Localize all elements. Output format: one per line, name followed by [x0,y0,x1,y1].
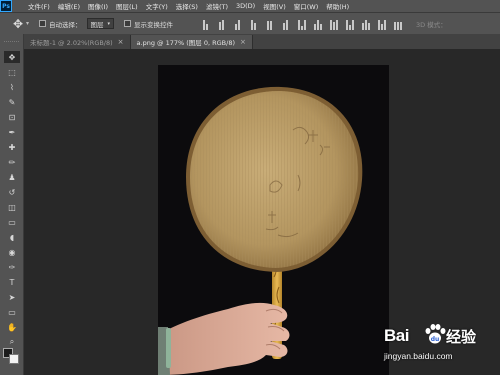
show-transform-label: 显示变换控件 [134,20,174,29]
move-tool-icon[interactable]: ✥ [4,51,20,63]
hand [158,302,290,375]
distribute-left-icon[interactable] [344,18,355,30]
toolbar-grip[interactable] [4,36,19,42]
close-icon[interactable]: × [118,38,124,46]
tab-label: 未标题-1 @ 2.02%(RGB/8) [30,39,113,47]
jingyan-text: 经验 [446,328,477,346]
chevron-down-icon: ▾ [107,20,111,27]
baidu-brand-text: Bai [384,326,409,345]
move-tool-preset-icon[interactable]: ✥ [10,16,26,32]
brush-tool-icon[interactable]: ✏ [4,156,20,168]
menu-select[interactable]: 选择(S) [172,1,202,11]
svg-text:du: du [431,336,440,343]
menu-3d[interactable]: 3D(D) [232,2,259,10]
distribute-right-icon[interactable] [376,18,387,30]
clone-stamp-tool-icon[interactable]: ♟ [4,171,20,183]
path-selection-tool-icon[interactable]: ➤ [4,291,20,303]
distribute-center-icon[interactable] [312,18,323,30]
auto-align-icon[interactable] [392,18,403,30]
align-vertical-center-icon[interactable] [216,18,227,30]
document-canvas[interactable] [158,65,389,375]
eraser-tool-icon[interactable]: ◫ [4,201,20,213]
hand-tool-icon[interactable]: ✋ [4,321,20,333]
document-tab-bar: 未标题-1 @ 2.02%(RGB/8) × a.png @ 177% (图层 … [24,34,500,49]
close-icon[interactable]: × [240,38,246,46]
rectangle-tool-icon[interactable]: ▭ [4,306,20,318]
type-tool-icon[interactable]: T [4,276,20,288]
auto-select-dropdown[interactable]: 图层 ▾ [86,18,115,29]
distribute-top-icon[interactable] [296,18,307,30]
align-top-icon[interactable] [200,18,211,30]
background-color-swatch[interactable] [9,354,19,364]
baidu-jingyan-watermark: Bai du 经验 jingyan.baidu.com [384,322,496,368]
gradient-tool-icon[interactable]: ▭ [4,216,20,228]
photoshop-logo-icon: Ps [0,0,12,12]
align-right-icon[interactable] [280,18,291,30]
auto-select-checkbox[interactable] [39,20,47,27]
chevron-down-icon[interactable]: ▾ [26,20,29,27]
menu-file[interactable]: 文件(F) [24,1,54,11]
3d-mode-label: 3D 模式： [416,20,447,29]
menu-window[interactable]: 窗口(W) [290,1,323,11]
menu-type[interactable]: 文字(Y) [142,1,172,11]
blur-tool-icon[interactable]: ◖ [4,231,20,243]
zoom-tool-icon[interactable]: ⌕ [4,336,20,348]
auto-select-label: 自动选择： [49,20,82,29]
tab-label: a.png @ 177% (图层 0, RGB/8) [136,39,235,47]
menu-filter[interactable]: 滤镜(T) [202,1,232,11]
history-brush-tool-icon[interactable]: ↺ [4,186,20,198]
tab-a-png[interactable]: a.png @ 177% (图层 0, RGB/8) × [130,35,253,49]
bracelet [166,328,171,368]
eyedropper-tool-icon[interactable]: ✒ [4,126,20,138]
marquee-tool-icon[interactable]: ⬚ [4,66,20,78]
menu-bar: Ps 文件(F) 编辑(E) 图像(I) 图层(L) 文字(Y) 选择(S) 滤… [0,0,500,12]
healing-brush-tool-icon[interactable]: ✚ [4,141,20,153]
options-bar: ✥ ▾ 自动选择： 图层 ▾ 显示变换控件 3D 模式： [0,12,500,34]
watermark-url: jingyan.baidu.com [384,351,453,361]
align-horizontal-center-icon[interactable] [264,18,275,30]
fan-photo [158,86,363,375]
lasso-tool-icon[interactable]: ⌇ [4,81,20,93]
distribute-bottom-icon[interactable] [328,18,339,30]
align-left-icon[interactable] [248,18,259,30]
crop-tool-icon[interactable]: ⊡ [4,111,20,123]
baidu-paw-icon: du [425,324,446,344]
distribute-hcenter-icon[interactable] [360,18,371,30]
auto-select-value: 图层 [90,20,104,29]
menu-help[interactable]: 帮助(H) [322,1,353,11]
align-distribute-group [200,18,408,30]
menu-layer[interactable]: 图层(L) [112,1,142,11]
dodge-tool-icon[interactable]: ◉ [4,246,20,258]
pen-tool-icon[interactable]: ✑ [4,261,20,273]
align-bottom-icon[interactable] [232,18,243,30]
menu-image[interactable]: 图像(I) [84,1,112,11]
menu-view[interactable]: 视图(V) [259,1,290,11]
tab-untitled-1[interactable]: 未标题-1 @ 2.02%(RGB/8) × [24,35,131,49]
tools-panel: ✥ ⬚ ⌇ ✎ ⊡ ✒ ✚ ✏ ♟ ↺ ◫ ▭ ◖ ◉ ✑ T ➤ ▭ ✋ ⌕ [0,34,24,375]
quick-select-tool-icon[interactable]: ✎ [4,96,20,108]
show-transform-checkbox[interactable] [124,20,132,27]
menu-edit[interactable]: 编辑(E) [54,1,84,11]
